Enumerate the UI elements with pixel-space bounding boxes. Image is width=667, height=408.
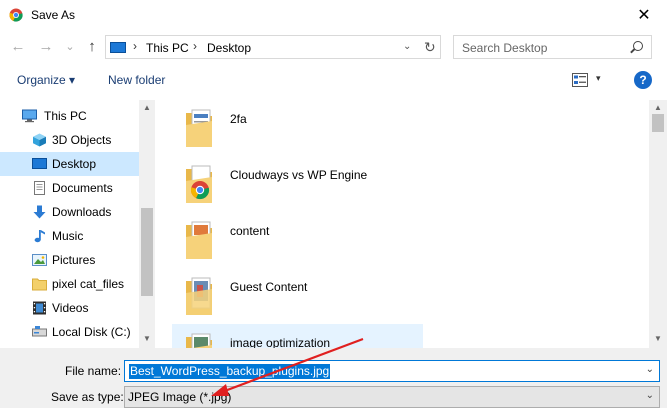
chrome-icon (9, 8, 23, 22)
breadcrumb-this-pc[interactable]: This PC (146, 41, 189, 55)
nav-label: Music (52, 229, 84, 243)
nav-label: Desktop (52, 157, 97, 171)
address-dropdown-icon[interactable]: ⌄ (403, 41, 411, 52)
hard-disk-icon (32, 326, 47, 337)
nav-item-pixel-cat-files[interactable]: pixel cat_files (0, 272, 139, 296)
file-name: Cloudways vs WP Engine (230, 168, 368, 182)
nav-label: Pictures (52, 253, 96, 267)
chevron-down-icon[interactable]: ⌄ (646, 390, 654, 401)
computer-icon (22, 109, 37, 123)
organize-button[interactable]: Organize ▾ (17, 73, 75, 87)
file-name: content (230, 224, 270, 238)
nav-label: 3D Objects (52, 133, 112, 147)
search-box[interactable]: Search Desktop (453, 35, 652, 59)
scroll-up-arrow-icon[interactable]: ▲ (143, 103, 151, 112)
breadcrumb-separator: › (193, 39, 197, 53)
nav-item-local-disk[interactable]: Local Disk (C:) (0, 320, 139, 344)
address-bar[interactable]: › This PC › Desktop ⌄ ↻ (105, 35, 441, 59)
folder-with-photo-icon (186, 333, 212, 348)
search-input[interactable]: Search Desktop (462, 41, 547, 55)
folder-with-document-icon (186, 221, 212, 259)
view-dropdown-icon[interactable]: ▾ (596, 73, 601, 84)
this-pc-icon (110, 42, 126, 53)
forward-button[interactable]: → (38, 37, 54, 55)
nav-item-music[interactable]: Music (0, 224, 139, 248)
breadcrumb-separator: › (133, 39, 137, 53)
nav-label: Downloads (52, 205, 112, 219)
close-button[interactable]: ✕ (621, 0, 667, 30)
folder-with-chrome-icon (186, 165, 212, 203)
list-item-cloudways[interactable]: Cloudways vs WP Engine (172, 156, 423, 212)
search-icon (633, 41, 643, 51)
music-note-icon (34, 230, 45, 243)
list-item-guest-content[interactable]: Guest Content (172, 268, 423, 324)
film-icon (33, 301, 46, 315)
list-item-2fa[interactable]: 2fa (172, 100, 423, 156)
scroll-down-arrow-icon[interactable]: ▼ (143, 334, 151, 343)
desktop-icon (32, 158, 47, 169)
download-arrow-icon (33, 205, 46, 219)
documents-icon (34, 181, 45, 195)
recent-locations-button[interactable]: ⌄ (62, 37, 78, 55)
file-name: 2fa (230, 112, 247, 126)
nav-item-documents[interactable]: Documents (0, 176, 139, 200)
save-type-label: Save as type: (51, 390, 124, 404)
view-options-icon[interactable] (572, 73, 588, 87)
file-name-input[interactable]: Best_WordPress_backup_plugins.jpg (129, 364, 331, 379)
file-list: 2fa Cloudways vs WP Engine content Guest… (155, 100, 649, 348)
nav-item-3d-objects[interactable]: 3D Objects (0, 128, 139, 152)
nav-label: Documents (52, 181, 113, 195)
folder-icon (32, 278, 47, 291)
nav-item-videos[interactable]: Videos (0, 296, 139, 320)
list-item-content[interactable]: content (172, 212, 423, 268)
scroll-up-arrow-icon[interactable]: ▲ (654, 103, 662, 112)
file-name: Guest Content (230, 280, 308, 294)
nav-item-pictures[interactable]: Pictures (0, 248, 139, 272)
nav-item-desktop[interactable]: Desktop (0, 152, 139, 176)
nav-item-this-pc[interactable]: This PC (0, 104, 139, 128)
scrollbar-thumb[interactable] (141, 208, 153, 296)
up-button[interactable]: ↑ (84, 37, 100, 55)
file-name: image optimization (230, 336, 331, 348)
breadcrumb-desktop[interactable]: Desktop (207, 41, 251, 55)
navigation-scrollbar[interactable]: ▲ ▼ (139, 100, 155, 348)
file-name-label: File name: (65, 364, 122, 378)
address-row: ← → ⌄ ↑ › This PC › Desktop ⌄ ↻ Search D… (0, 33, 667, 61)
nav-label: pixel cat_files (52, 277, 125, 291)
pictures-icon (32, 254, 47, 266)
back-button[interactable]: ← (10, 37, 26, 55)
scrollbar-thumb[interactable] (652, 114, 664, 132)
new-folder-button[interactable]: New folder (108, 73, 165, 87)
nav-label: Local Disk (C:) (52, 325, 131, 339)
refresh-icon[interactable]: ↻ (424, 39, 436, 56)
cube-icon (33, 133, 46, 147)
command-toolbar: Organize ▾ New folder ▾ ? (0, 66, 667, 96)
save-type-value: JPEG Image (*.jpg) (128, 390, 232, 404)
scroll-down-arrow-icon[interactable]: ▼ (654, 334, 662, 343)
help-icon[interactable]: ? (634, 71, 652, 89)
file-name-field[interactable]: Best_WordPress_backup_plugins.jpg ⌄ (124, 360, 660, 382)
save-type-select[interactable]: JPEG Image (*.jpg) ⌄ (124, 386, 660, 408)
nav-label: Videos (52, 301, 89, 315)
folder-with-document-icon (186, 109, 212, 147)
save-form: File name: Best_WordPress_backup_plugins… (0, 348, 667, 408)
window-title: Save As (31, 8, 76, 22)
folder-with-photo-icon (186, 277, 212, 315)
list-item-image-optimization[interactable]: image optimization (172, 324, 423, 348)
chevron-down-icon[interactable]: ⌄ (646, 364, 654, 375)
nav-item-downloads[interactable]: Downloads (0, 200, 139, 224)
nav-label: This PC (44, 109, 87, 123)
file-list-scrollbar[interactable]: ▲ ▼ (649, 100, 667, 348)
navigation-pane: This PC 3D Objects Desktop Documents Dow… (0, 100, 155, 348)
title-bar: Save As ✕ (0, 0, 667, 30)
